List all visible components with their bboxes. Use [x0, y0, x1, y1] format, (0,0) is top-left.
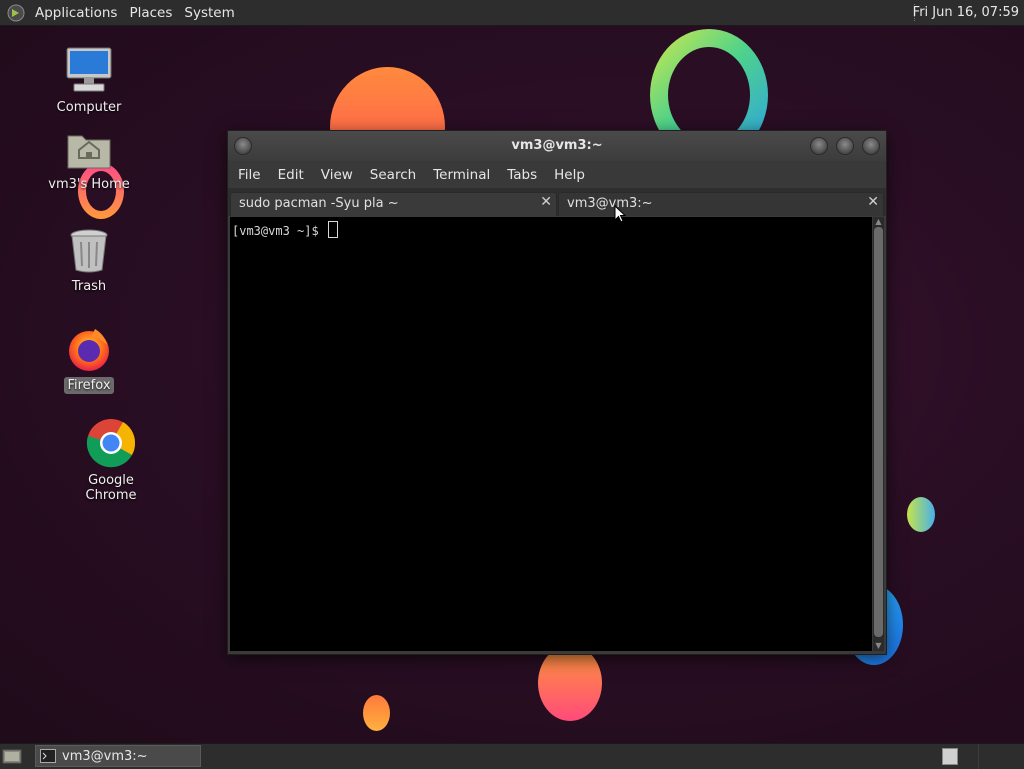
maximize-icon[interactable] — [836, 137, 854, 155]
computer-icon — [66, 47, 112, 92]
terminal-output[interactable]: [vm3@vm3 ~]$ — [230, 217, 872, 651]
show-desktop-icon[interactable] — [2, 747, 22, 765]
menu-tabs[interactable]: Tabs — [500, 167, 544, 183]
terminal-scrollbar[interactable]: ▲ ▼ — [873, 217, 884, 651]
menu-view[interactable]: View — [314, 167, 360, 183]
system-menu[interactable]: System — [178, 5, 240, 21]
panel-separator — [978, 744, 979, 769]
minimize-icon[interactable] — [810, 137, 828, 155]
tab-label: vm3@vm3:~ — [567, 196, 653, 211]
bottom-panel: vm3@vm3:~ — [0, 743, 1024, 769]
menu-terminal[interactable]: Terminal — [426, 167, 497, 183]
scroll-down-icon[interactable]: ▼ — [874, 642, 883, 650]
taskbar-window-label: vm3@vm3:~ — [62, 748, 148, 764]
close-icon[interactable] — [862, 137, 880, 155]
terminal-menubar: File Edit View Search Terminal Tabs Help — [228, 161, 886, 188]
menu-search[interactable]: Search — [363, 167, 423, 183]
tab-close-icon[interactable]: ✕ — [540, 194, 552, 210]
tab-close-icon[interactable]: ✕ — [867, 194, 879, 210]
desktop-icon-label: Computer — [56, 100, 122, 115]
taskbar-window-button[interactable]: vm3@vm3:~ — [35, 745, 201, 767]
tab-shell[interactable]: vm3@vm3:~ ✕ — [558, 192, 884, 216]
scroll-up-icon[interactable]: ▲ — [874, 218, 883, 226]
firefox-icon — [69, 329, 109, 371]
clock[interactable]: Fri Jun 16, 07:59 — [913, 0, 1019, 25]
applications-menu[interactable]: Applications — [29, 5, 123, 21]
chrome-icon — [86, 419, 136, 468]
places-menu[interactable]: Places — [123, 5, 178, 21]
desktop-icon-firefox[interactable]: Firefox — [52, 325, 126, 394]
terminal-tabbar: sudo pacman -Syu pla ~ ✕ vm3@vm3:~ ✕ — [228, 188, 886, 216]
text-cursor — [327, 221, 338, 238]
desktop-icon-label: Trash — [71, 279, 107, 294]
workspace-switcher[interactable] — [942, 748, 958, 765]
decorative-small-blue-blob — [907, 497, 935, 532]
window-menu-icon[interactable] — [234, 137, 252, 155]
tab-label: sudo pacman -Syu pla ~ — [239, 196, 399, 211]
desktop-icon-trash[interactable]: Trash — [52, 228, 126, 295]
decorative-small-orange-blob — [363, 695, 390, 731]
top-panel: Applications Places System Fri Jun 16, 0… — [0, 0, 1024, 26]
desktop-icon-label: Firefox — [64, 377, 114, 394]
mate-logo-icon[interactable] — [7, 4, 25, 22]
tab-pacman[interactable]: sudo pacman -Syu pla ~ ✕ — [230, 192, 557, 216]
menu-edit[interactable]: Edit — [271, 167, 311, 183]
menu-file[interactable]: File — [231, 167, 268, 183]
home-folder-icon — [67, 135, 111, 169]
shell-prompt: [vm3@vm3 ~]$ — [232, 221, 338, 238]
window-titlebar[interactable]: vm3@vm3:~ — [228, 131, 886, 161]
trash-icon — [70, 229, 108, 273]
desktop-icon-chrome[interactable]: Google Chrome — [58, 418, 164, 504]
desktop-icon-computer[interactable]: Computer — [52, 45, 126, 116]
desktop-icon-label: Google Chrome — [85, 473, 137, 503]
desktop-icon-label: vm3's Home — [48, 177, 130, 192]
decorative-pink-blob — [538, 645, 602, 721]
menu-help[interactable]: Help — [547, 167, 592, 183]
prompt-text: [vm3@vm3 ~]$ — [232, 224, 326, 238]
window-title: vm3@vm3:~ — [511, 138, 603, 153]
scroll-thumb[interactable] — [874, 227, 883, 637]
terminal-icon — [40, 749, 56, 763]
mouse-pointer-icon — [614, 205, 626, 223]
terminal-window[interactable]: vm3@vm3:~ File Edit View Search Terminal… — [227, 130, 887, 655]
desktop-icon-home[interactable]: vm3's Home — [42, 128, 136, 193]
